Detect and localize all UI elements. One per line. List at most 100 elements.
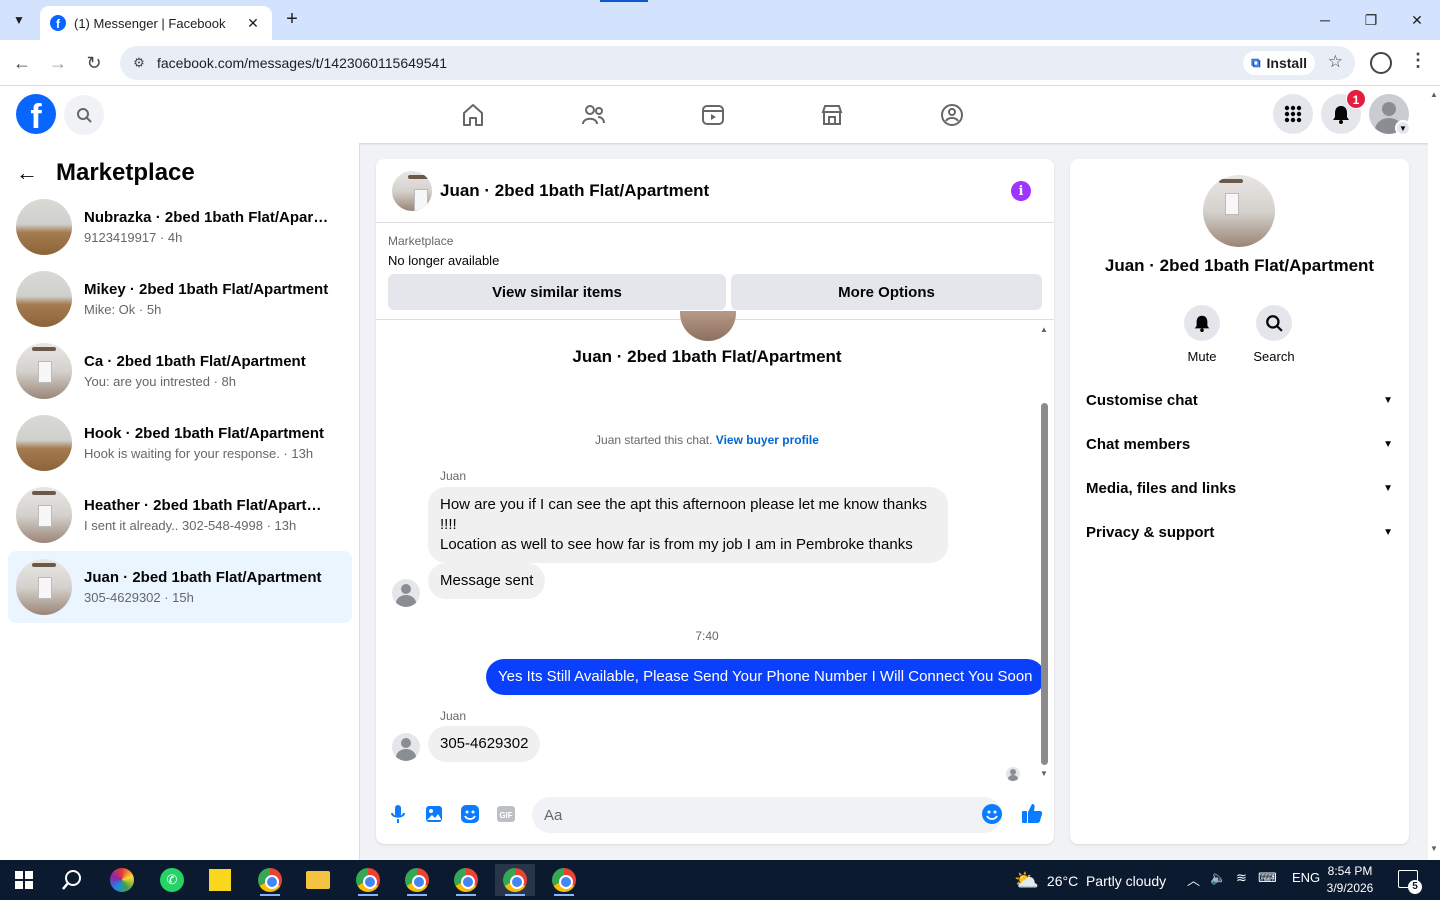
weather-text: 26°C Partly cloudy xyxy=(1046,872,1167,889)
bookmark-star-icon[interactable]: ☆ xyxy=(1328,52,1343,72)
window-close-icon[interactable]: ✕ xyxy=(1394,6,1440,34)
weather-widget[interactable]: ⛅ 26°C Partly cloudy xyxy=(1014,868,1166,893)
conversation-item[interactable]: Ca · 2bed 1bath Flat/Apartment You: are y… xyxy=(8,335,352,407)
windows-start-icon[interactable] xyxy=(4,864,44,896)
chrome-icon[interactable] xyxy=(348,864,388,896)
facebook-logo-icon[interactable]: f xyxy=(16,94,56,134)
emoji-icon[interactable] xyxy=(982,804,1002,824)
chrome-icon[interactable] xyxy=(495,864,535,896)
incoming-message[interactable]: 305-4629302 xyxy=(428,726,541,762)
photo-icon[interactable] xyxy=(423,803,445,825)
search-in-chat-button[interactable]: Search xyxy=(1244,305,1304,364)
conversation-preview: 305-4629302 · 15h xyxy=(84,590,194,605)
friends-icon[interactable] xyxy=(573,96,613,134)
install-app-button[interactable]: ⧉ Install xyxy=(1243,51,1315,75)
scroll-up-arrow-icon[interactable]: ▲ xyxy=(1040,325,1048,334)
new-tab-icon[interactable]: + xyxy=(280,8,304,32)
loading-indicator xyxy=(600,0,648,2)
conversation-preview: You: are you intrested · 8h xyxy=(84,374,237,389)
chat-scrollbar[interactable]: ▲ ▼ xyxy=(1038,321,1050,781)
marketplace-icon[interactable] xyxy=(812,96,852,134)
color-app-icon[interactable] xyxy=(102,864,142,896)
conversation-item[interactable]: Nubrazka · 2bed 1bath Flat/Apart... 91234… xyxy=(8,191,352,263)
minimize-icon[interactable]: ─ xyxy=(1302,6,1348,34)
reload-icon[interactable]: ↻ xyxy=(81,50,107,76)
page-scrollbar[interactable]: ▲ ▼ xyxy=(1428,86,1440,860)
chrome-icon[interactable] xyxy=(250,864,290,896)
url-text[interactable]: facebook.com/messages/t/1423060115649541 xyxy=(157,55,1355,71)
wifi-icon[interactable]: ≋ xyxy=(1236,870,1247,886)
message-line: How are you if I can see the apt this af… xyxy=(440,496,927,513)
message-input[interactable]: Aa xyxy=(532,797,1002,833)
chrome-icon[interactable] xyxy=(446,864,486,896)
language-indicator[interactable]: ENG xyxy=(1292,870,1320,885)
back-arrow-icon[interactable]: ← xyxy=(16,160,46,186)
sticky-notes-icon[interactable] xyxy=(200,864,240,896)
site-settings-icon[interactable]: ⚙ xyxy=(126,50,152,76)
facebook-search-icon[interactable] xyxy=(64,95,104,135)
view-similar-items-button[interactable]: View similar items xyxy=(388,274,726,310)
restore-icon[interactable]: ❐ xyxy=(1348,6,1394,34)
chevron-down-icon: ▼ xyxy=(1383,526,1393,538)
conversation-name: Heather · 2bed 1bath Flat/Apartm... xyxy=(84,497,329,514)
forward-arrow-icon[interactable]: → xyxy=(45,50,71,76)
more-options-button[interactable]: More Options xyxy=(731,274,1042,310)
conversation-item[interactable]: Heather · 2bed 1bath Flat/Apartm... I sen… xyxy=(8,479,352,551)
tab-close-icon[interactable]: ✕ xyxy=(244,15,262,32)
conversation-item[interactable]: Hook · 2bed 1bath Flat/Apartment Hook is … xyxy=(8,407,352,479)
media-files-links-section[interactable]: Media, files and links ▼ xyxy=(1086,466,1393,510)
gif-icon[interactable]: GIF xyxy=(495,803,517,825)
incoming-message[interactable]: Message sent xyxy=(428,563,546,599)
customise-chat-section[interactable]: Customise chat ▼ xyxy=(1086,378,1393,422)
microphone-icon[interactable] xyxy=(387,803,409,825)
browser-tabbar: ▼ f (1) Messenger | Facebook ✕ + ─ ❐ ✕ xyxy=(0,0,1440,40)
view-buyer-profile-link[interactable]: View buyer profile xyxy=(716,433,819,447)
incoming-message[interactable]: How are you if I can see the apt this af… xyxy=(428,487,948,563)
menu-grid-icon[interactable] xyxy=(1273,94,1313,134)
scroll-thumb[interactable] xyxy=(1041,403,1048,765)
chat-avatar[interactable] xyxy=(392,170,432,211)
outgoing-message[interactable]: Yes Its Still Available, Please Send You… xyxy=(486,659,1045,695)
scroll-up-arrow-icon[interactable]: ▲ xyxy=(1430,90,1438,99)
taskbar-search-icon[interactable] xyxy=(52,864,92,896)
panel-title: Marketplace xyxy=(56,159,195,186)
section-label: Privacy & support xyxy=(1086,523,1215,541)
browser-tab-messenger[interactable]: f (1) Messenger | Facebook ✕ xyxy=(40,6,272,40)
mute-button[interactable]: Mute xyxy=(1172,305,1232,364)
tab-search-chevron-icon[interactable]: ▼ xyxy=(6,8,32,32)
home-icon[interactable] xyxy=(453,96,493,134)
browser-menu-icon[interactable]: ⋮ xyxy=(1408,50,1428,76)
volume-icon[interactable]: 🔈 xyxy=(1210,870,1226,886)
clock-date: 3/9/2026 xyxy=(1326,881,1374,895)
conversation-item[interactable]: Mikey · 2bed 1bath Flat/Apartment Mike: O… xyxy=(8,263,352,335)
conversation-item-active[interactable]: Juan · 2bed 1bath Flat/Apartment 305-4629… xyxy=(8,551,352,623)
privacy-support-section[interactable]: Privacy & support ▼ xyxy=(1086,510,1393,554)
account-chevron-icon[interactable]: ▼ xyxy=(1395,120,1411,136)
omnibox[interactable]: ⚙ facebook.com/messages/t/14230601156495… xyxy=(120,46,1355,80)
taskbar-clock[interactable]: 8:54 PM 3/9/2026 xyxy=(1320,863,1380,897)
chrome-icon[interactable] xyxy=(397,864,437,896)
marketplace-conversations-panel: ← Marketplace Nubrazka · 2bed 1bath Flat… xyxy=(0,143,360,860)
chrome-icon[interactable] xyxy=(544,864,584,896)
contact-avatar[interactable] xyxy=(1203,175,1275,247)
back-arrow-icon[interactable]: ← xyxy=(9,50,35,76)
like-thumb-icon[interactable] xyxy=(1020,801,1044,825)
facebook-favicon-icon: f xyxy=(50,15,66,31)
chat-title[interactable]: Juan · 2bed 1bath Flat/Apartment xyxy=(440,181,709,201)
sticker-icon[interactable] xyxy=(459,803,481,825)
scroll-down-arrow-icon[interactable]: ▼ xyxy=(1040,769,1048,778)
info-icon[interactable]: i xyxy=(1011,181,1031,201)
scroll-down-arrow-icon[interactable]: ▼ xyxy=(1430,844,1438,853)
tray-chevron-icon[interactable]: ︿ xyxy=(1187,870,1200,889)
whatsapp-icon[interactable]: ✆ xyxy=(152,864,192,896)
video-icon[interactable] xyxy=(693,96,733,134)
sender-name: Juan xyxy=(440,469,467,483)
keyboard-icon[interactable]: ⌨ xyxy=(1258,870,1277,886)
file-explorer-icon[interactable] xyxy=(298,864,338,896)
sender-avatar xyxy=(392,579,420,607)
chat-members-section[interactable]: Chat members ▼ xyxy=(1086,422,1393,466)
browser-profile-icon[interactable] xyxy=(1370,52,1392,74)
svg-text:GIF: GIF xyxy=(499,811,512,820)
chevron-down-icon: ▼ xyxy=(1383,482,1393,494)
gaming-icon[interactable] xyxy=(932,96,972,134)
